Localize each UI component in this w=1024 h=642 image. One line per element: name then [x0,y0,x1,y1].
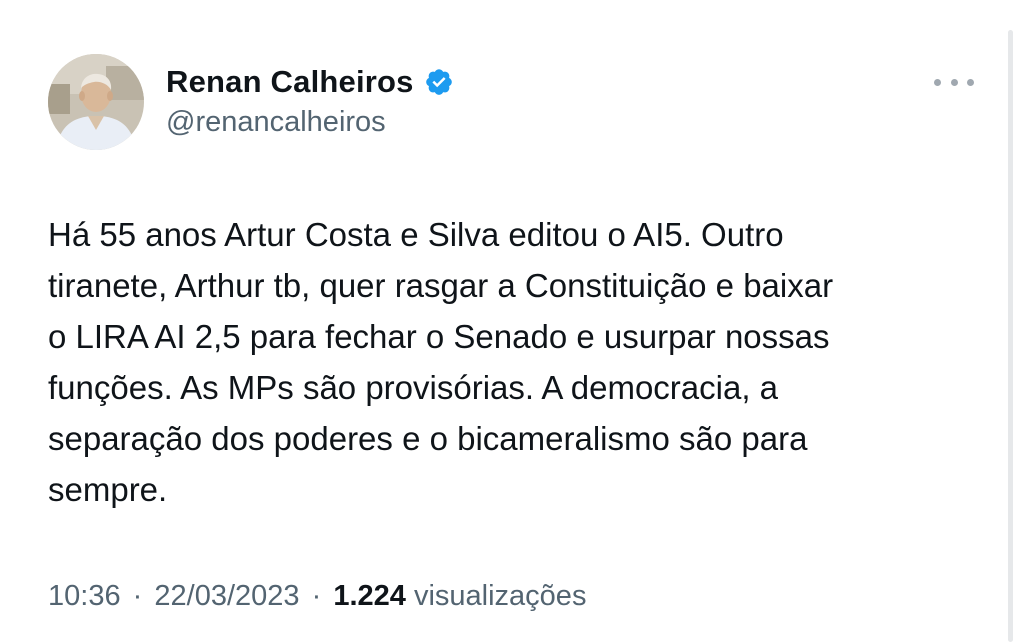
tweet-meta: 10:36 · 22/03/2023 · 1.224 visualizações [48,580,586,613]
tweet-text-line: o LIRA AI 2,5 para fechar o Senado e usu… [48,318,830,355]
tweet-card: Renan Calheiros @renancalheiros Há 55 an… [0,0,1024,642]
author-display-name[interactable]: Renan Calheiros [166,64,414,100]
tweet-text-line: Há 55 anos Artur Costa e Silva editou o … [48,216,784,253]
tweet-text-line: tiranete, Arthur tb, quer rasgar a Const… [48,267,834,304]
author-handle[interactable]: @renancalheiros [166,106,386,139]
meta-separator: · [311,580,322,612]
views-label: visualizações [413,580,587,612]
more-options-icon[interactable] [934,72,974,92]
avatar[interactable] [48,54,144,150]
scrollbar[interactable] [1008,30,1013,642]
verified-badge-icon [424,67,454,97]
tweet-text-line: funções. As MPs são provisórias. A democ… [48,369,779,406]
tweet-text-line: separação dos poderes e o bicameralismo … [48,420,808,457]
views-count[interactable]: 1.224 [333,580,406,612]
author-name-row: Renan Calheiros [166,62,454,102]
meta-separator: · [132,580,143,612]
tweet-text-line: sempre. [48,471,168,508]
profile-photo-icon [48,54,144,150]
tweet-date[interactable]: 22/03/2023 [154,580,299,612]
tweet-text: Há 55 anos Artur Costa e Silva editou o … [48,209,978,515]
tweet-time[interactable]: 10:36 [48,580,121,612]
